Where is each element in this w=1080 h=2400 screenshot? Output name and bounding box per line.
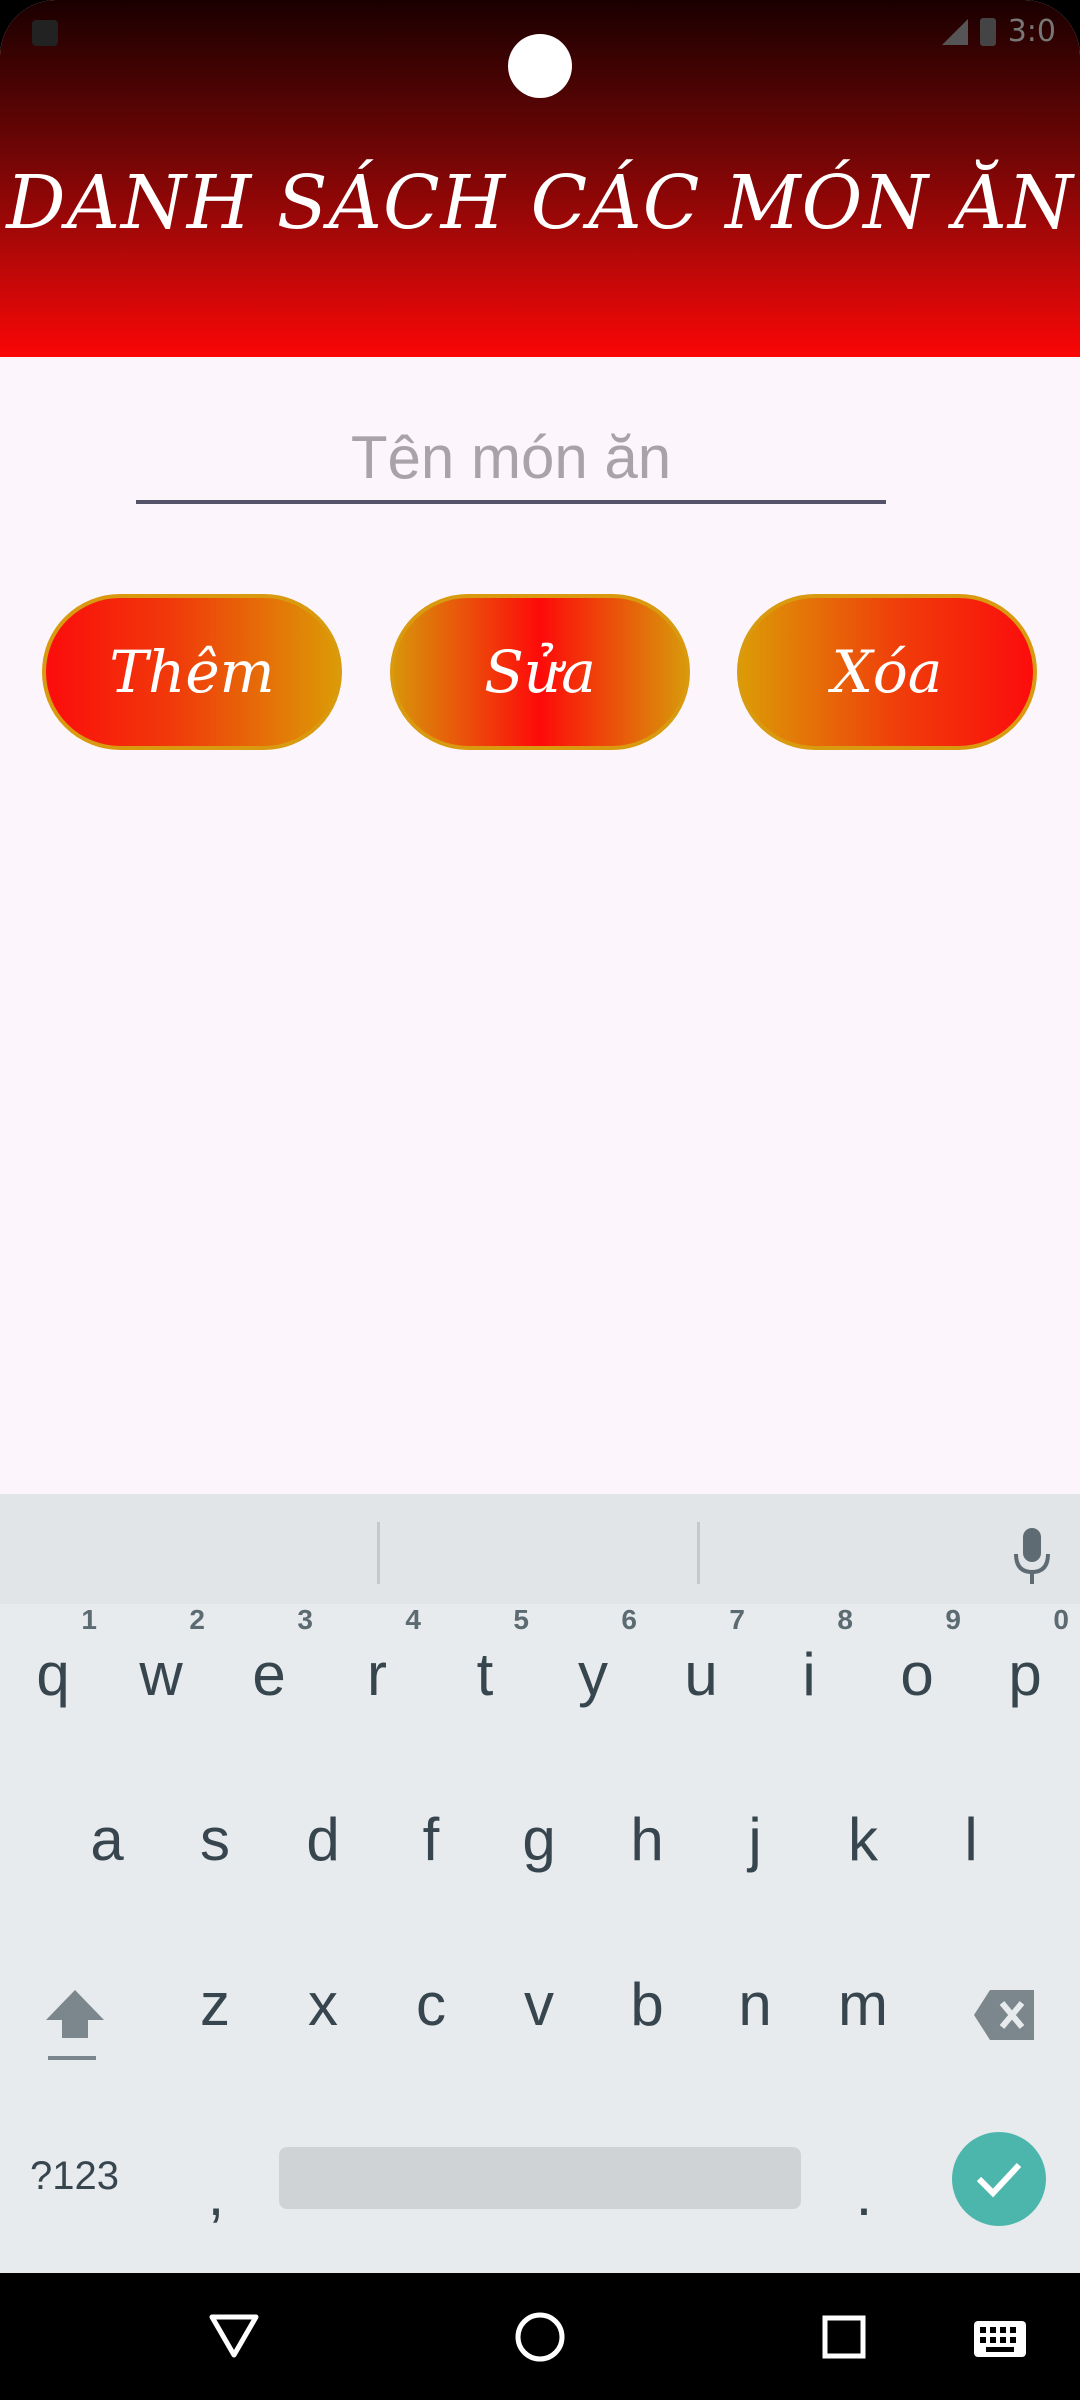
- key-hint: 3: [297, 1604, 313, 1635]
- key-label: p: [1008, 1640, 1042, 1708]
- key-v[interactable]: v: [489, 1954, 589, 2054]
- key-p[interactable]: p0: [975, 1604, 1075, 1724]
- microphone-icon[interactable]: [1012, 1526, 1052, 1586]
- key-hint: 0: [1053, 1604, 1069, 1635]
- key-k[interactable]: k: [813, 1789, 913, 1889]
- suggestion-divider: [377, 1522, 380, 1584]
- key-hint: 7: [729, 1604, 745, 1635]
- page-title: DANH SÁCH CÁC MÓN ĂN: [6, 160, 1074, 246]
- key-hint: 9: [945, 1604, 961, 1635]
- key-t[interactable]: t5: [435, 1604, 535, 1724]
- key-r[interactable]: r4: [327, 1604, 427, 1724]
- delete-button[interactable]: Xóa: [737, 594, 1037, 750]
- key-b[interactable]: b: [597, 1954, 697, 2054]
- comma-key[interactable]: ,: [166, 2144, 266, 2244]
- soft-keyboard: q1w2e3r4t5y6u7i8o9p0 asdfghjkl zxcvbnm ?…: [0, 1494, 1080, 2273]
- key-f[interactable]: f: [381, 1789, 481, 1889]
- dish-name-input[interactable]: [136, 414, 886, 504]
- backspace-icon[interactable]: [972, 1986, 1038, 2044]
- key-i[interactable]: i8: [759, 1604, 859, 1724]
- edit-button[interactable]: Sửa: [390, 594, 690, 750]
- key-label: q: [36, 1640, 70, 1708]
- key-label: o: [900, 1640, 934, 1708]
- key-w[interactable]: w2: [111, 1604, 211, 1724]
- key-l[interactable]: l: [921, 1789, 1021, 1889]
- app-screen: 3:0 DANH SÁCH CÁC MÓN ĂN Thêm Sửa Xóa q1…: [0, 0, 1080, 2273]
- key-label: y: [578, 1640, 608, 1708]
- battery-icon: [979, 17, 996, 46]
- key-hint: 6: [621, 1604, 637, 1635]
- camera-cutout: [508, 34, 572, 98]
- enter-key[interactable]: [952, 2132, 1046, 2226]
- key-label: e: [252, 1640, 286, 1708]
- suggestion-divider: [697, 1522, 700, 1584]
- key-u[interactable]: u7: [651, 1604, 751, 1724]
- key-y[interactable]: y6: [543, 1604, 643, 1724]
- key-label: w: [139, 1640, 183, 1708]
- status-indicators: 3:0: [941, 14, 1056, 49]
- key-hint: 4: [405, 1604, 421, 1635]
- key-o[interactable]: o9: [867, 1604, 967, 1724]
- key-c[interactable]: c: [381, 1954, 481, 2054]
- key-hint: 5: [513, 1604, 529, 1635]
- key-s[interactable]: s: [165, 1789, 265, 1889]
- key-e[interactable]: e3: [219, 1604, 319, 1724]
- key-m[interactable]: m: [813, 1954, 913, 2054]
- home-icon[interactable]: [514, 2311, 566, 2363]
- period-key[interactable]: .: [814, 2144, 914, 2244]
- notification-icon: [32, 20, 58, 46]
- key-d[interactable]: d: [273, 1789, 373, 1889]
- key-a[interactable]: a: [57, 1789, 157, 1889]
- add-button[interactable]: Thêm: [42, 594, 342, 750]
- key-x[interactable]: x: [273, 1954, 373, 2054]
- shift-icon[interactable]: [42, 1986, 108, 2066]
- suggestion-strip: [0, 1494, 1080, 1604]
- key-hint: 8: [837, 1604, 853, 1635]
- key-label: u: [684, 1640, 718, 1708]
- key-z[interactable]: z: [165, 1954, 265, 2054]
- keyboard-switch-icon[interactable]: [972, 2319, 1028, 2359]
- key-h[interactable]: h: [597, 1789, 697, 1889]
- space-key[interactable]: [279, 2147, 801, 2209]
- key-n[interactable]: n: [705, 1954, 805, 2054]
- key-j[interactable]: j: [705, 1789, 805, 1889]
- status-time: 3:0: [1007, 14, 1056, 49]
- back-icon[interactable]: [208, 2313, 260, 2359]
- signal-icon: [941, 18, 968, 45]
- key-q[interactable]: q1: [3, 1604, 103, 1724]
- key-g[interactable]: g: [489, 1789, 589, 1889]
- key-label: r: [367, 1640, 387, 1708]
- key-label: t: [476, 1640, 494, 1708]
- checkmark-icon: [976, 2162, 1022, 2198]
- key-hint: 1: [81, 1604, 97, 1635]
- recents-icon[interactable]: [822, 2315, 866, 2359]
- symbols-key[interactable]: ?123: [30, 2154, 119, 2199]
- navigation-bar: [0, 2273, 1080, 2400]
- key-hint: 2: [189, 1604, 205, 1635]
- key-label: i: [802, 1640, 816, 1708]
- header: 3:0 DANH SÁCH CÁC MÓN ĂN: [0, 0, 1080, 357]
